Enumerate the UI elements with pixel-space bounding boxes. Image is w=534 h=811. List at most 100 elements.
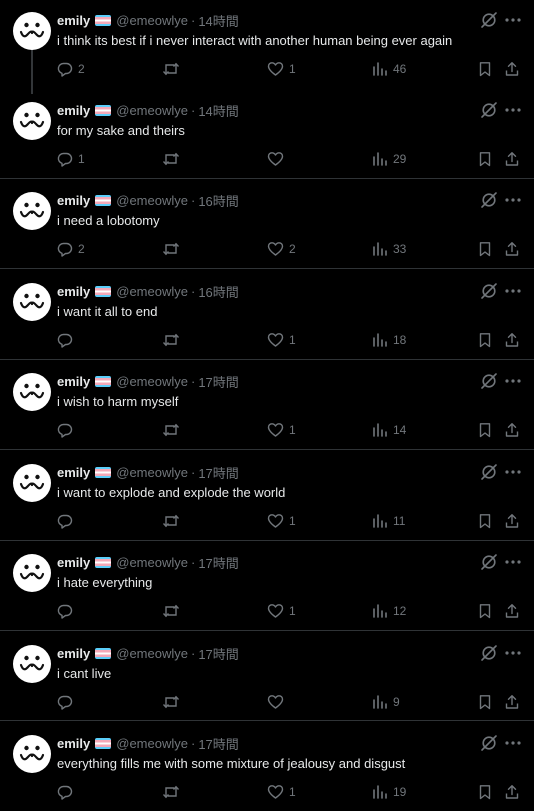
views-button[interactable]: 12 xyxy=(372,603,406,619)
timestamp[interactable]: 16時間 xyxy=(198,282,238,301)
timestamp[interactable]: 17時間 xyxy=(198,463,238,482)
reply-button[interactable] xyxy=(57,513,78,529)
avatar[interactable] xyxy=(13,192,51,230)
bookmark-button[interactable] xyxy=(478,422,492,438)
reply-button[interactable] xyxy=(57,694,78,710)
display-name[interactable]: emily xyxy=(57,193,90,208)
retweet-button[interactable] xyxy=(162,513,185,529)
share-button[interactable] xyxy=(504,332,520,348)
more-icon[interactable] xyxy=(503,191,523,209)
tweet[interactable]: emily @emeowlye · 17時間 i want to explode and… xyxy=(0,460,534,540)
retweet-button[interactable] xyxy=(162,784,185,800)
retweet-button[interactable] xyxy=(162,151,185,167)
reply-button[interactable] xyxy=(57,422,78,438)
views-button[interactable]: 46 xyxy=(372,61,406,77)
like-button[interactable] xyxy=(267,151,289,167)
tweet[interactable]: emily @emeowlye · 14時間 i think its best if i… xyxy=(0,8,534,88)
timestamp[interactable]: 14時間 xyxy=(198,101,238,120)
user-handle[interactable]: @emeowlye xyxy=(116,284,188,299)
reply-button[interactable] xyxy=(57,332,78,348)
user-handle[interactable]: @emeowlye xyxy=(116,465,188,480)
avatar[interactable] xyxy=(13,645,51,683)
retweet-button[interactable] xyxy=(162,422,185,438)
tweet[interactable]: emily @emeowlye · 17時間 i cant live 9 xyxy=(0,641,534,721)
views-button[interactable]: 9 xyxy=(372,694,400,710)
like-button[interactable]: 1 xyxy=(267,513,296,529)
display-name[interactable]: emily xyxy=(57,555,90,570)
display-name[interactable]: emily xyxy=(57,13,90,28)
user-handle[interactable]: @emeowlye xyxy=(116,103,188,118)
avatar[interactable] xyxy=(13,283,51,321)
grok-icon[interactable] xyxy=(480,372,498,390)
share-button[interactable] xyxy=(504,151,520,167)
tweet[interactable]: emily @emeowlye · 16時間 i want it all to end 1… xyxy=(0,279,534,359)
user-handle[interactable]: @emeowlye xyxy=(116,13,188,28)
display-name[interactable]: emily xyxy=(57,374,90,389)
share-button[interactable] xyxy=(504,61,520,77)
reply-button[interactable] xyxy=(57,603,78,619)
retweet-button[interactable] xyxy=(162,694,185,710)
share-button[interactable] xyxy=(504,513,520,529)
views-button[interactable]: 33 xyxy=(372,241,406,257)
bookmark-button[interactable] xyxy=(478,513,492,529)
grok-icon[interactable] xyxy=(480,282,498,300)
views-button[interactable]: 29 xyxy=(372,151,406,167)
reply-button[interactable]: 2 xyxy=(57,241,85,257)
bookmark-button[interactable] xyxy=(478,241,492,257)
more-icon[interactable] xyxy=(503,734,523,752)
timestamp[interactable]: 16時間 xyxy=(198,191,238,210)
like-button[interactable]: 1 xyxy=(267,422,296,438)
like-button[interactable]: 1 xyxy=(267,61,296,77)
retweet-button[interactable] xyxy=(162,241,185,257)
user-handle[interactable]: @emeowlye xyxy=(116,646,188,661)
avatar[interactable] xyxy=(13,102,51,140)
user-handle[interactable]: @emeowlye xyxy=(116,374,188,389)
share-button[interactable] xyxy=(504,603,520,619)
bookmark-button[interactable] xyxy=(478,784,492,800)
timestamp[interactable]: 17時間 xyxy=(198,372,238,391)
views-button[interactable]: 18 xyxy=(372,332,406,348)
retweet-button[interactable] xyxy=(162,603,185,619)
tweet[interactable]: emily @emeowlye · 14時間 for my sake and their… xyxy=(0,98,534,178)
timestamp[interactable]: 17時間 xyxy=(198,553,238,572)
views-button[interactable]: 11 xyxy=(372,513,405,529)
like-button[interactable]: 1 xyxy=(267,603,296,619)
grok-icon[interactable] xyxy=(480,191,498,209)
user-handle[interactable]: @emeowlye xyxy=(116,555,188,570)
display-name[interactable]: emily xyxy=(57,465,90,480)
share-button[interactable] xyxy=(504,422,520,438)
share-button[interactable] xyxy=(504,241,520,257)
tweet[interactable]: emily @emeowlye · 17時間 i hate everything 1 12 xyxy=(0,550,534,630)
like-button[interactable] xyxy=(267,694,289,710)
grok-icon[interactable] xyxy=(480,11,498,29)
avatar[interactable] xyxy=(13,554,51,592)
share-button[interactable] xyxy=(504,784,520,800)
more-icon[interactable] xyxy=(503,282,523,300)
user-handle[interactable]: @emeowlye xyxy=(116,193,188,208)
more-icon[interactable] xyxy=(503,644,523,662)
avatar[interactable] xyxy=(13,12,51,50)
more-icon[interactable] xyxy=(503,463,523,481)
grok-icon[interactable] xyxy=(480,734,498,752)
timestamp[interactable]: 17時間 xyxy=(198,644,238,663)
bookmark-button[interactable] xyxy=(478,332,492,348)
views-button[interactable]: 14 xyxy=(372,422,406,438)
more-icon[interactable] xyxy=(503,11,523,29)
avatar[interactable] xyxy=(13,373,51,411)
more-icon[interactable] xyxy=(503,553,523,571)
user-handle[interactable]: @emeowlye xyxy=(116,736,188,751)
reply-button[interactable] xyxy=(57,784,78,800)
display-name[interactable]: emily xyxy=(57,646,90,661)
like-button[interactable]: 1 xyxy=(267,332,296,348)
grok-icon[interactable] xyxy=(480,553,498,571)
avatar[interactable] xyxy=(13,735,51,773)
bookmark-button[interactable] xyxy=(478,61,492,77)
more-icon[interactable] xyxy=(503,372,523,390)
display-name[interactable]: emily xyxy=(57,736,90,751)
more-icon[interactable] xyxy=(503,101,523,119)
timestamp[interactable]: 14時間 xyxy=(198,11,238,30)
bookmark-button[interactable] xyxy=(478,151,492,167)
share-button[interactable] xyxy=(504,694,520,710)
display-name[interactable]: emily xyxy=(57,103,90,118)
like-button[interactable]: 1 xyxy=(267,784,296,800)
